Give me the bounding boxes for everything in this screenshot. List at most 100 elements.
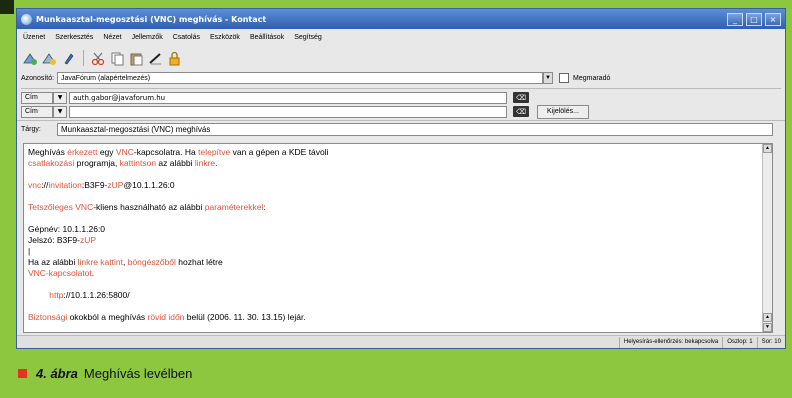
persistent-label: Megmaradó	[573, 74, 611, 82]
copy-icon[interactable]	[110, 51, 125, 66]
body-text-segment: VNC	[75, 202, 94, 212]
send-icon[interactable]	[23, 51, 38, 66]
body-text-segment: böngészőből	[127, 257, 176, 267]
recipient-type-button[interactable]: Cím	[21, 105, 53, 118]
body-line: Ha az alábbi linkre kattint, böngészőből…	[28, 257, 768, 268]
recipient-row: Cím ▼ ⌫ Kijelölés...	[21, 104, 781, 119]
corner-mark	[0, 0, 14, 14]
recipient-type-dropdown-icon[interactable]: ▼	[53, 105, 67, 118]
menu-nezet[interactable]: Nézet	[103, 34, 121, 41]
scroll-down-icon[interactable]: ▼	[763, 323, 772, 332]
body-text-segment: Tetszőleges	[28, 202, 73, 212]
body-text-segment: belül (2006. 11. 30. 13.15) lejár.	[184, 312, 306, 322]
body-text-segment: az alábbi	[156, 158, 195, 168]
identity-dropdown-icon[interactable]: ▼	[543, 72, 553, 84]
body-text-segment: zUP	[79, 235, 97, 245]
body-text-segment: .	[215, 158, 218, 168]
signature-icon[interactable]	[148, 51, 163, 66]
menu-uzenet[interactable]: Üzenet	[23, 34, 45, 41]
identity-select[interactable]: JavaFórum (alapértelmezés)	[57, 72, 543, 84]
vertical-scrollbar[interactable]: ▲ ▲ ▼	[762, 144, 772, 332]
menu-csatolas[interactable]: Csatolás	[173, 34, 200, 41]
body-text-segment: -kapcsolatra. Ha	[133, 147, 199, 157]
menu-eszkozok[interactable]: Eszközök	[210, 34, 240, 41]
spellcheck-status: Helyesírás-ellenőrzés: bekapcsolva	[618, 336, 722, 348]
body-text-segment: kattintson	[119, 158, 157, 168]
body-text-segment: VNC-kapcsolatot	[28, 268, 92, 278]
statusbar: Helyesírás-ellenőrzés: bekapcsolva Oszlo…	[17, 335, 785, 348]
body-line: Gépnév: 10.1.1.26:0	[28, 224, 768, 235]
body-line: vnc://invitation:B3F9-zUP@10.1.1.26:0	[28, 180, 768, 191]
body-text-segment: invitation	[48, 180, 82, 190]
body-text-segment: Jelszó: B3F9-	[28, 235, 80, 245]
row-status: Sor: 10	[756, 336, 785, 348]
body-text-segment: Biztonsági	[28, 312, 68, 322]
body-line	[28, 213, 768, 224]
menu-szerkesztes[interactable]: Szerkesztés	[55, 34, 93, 41]
body-text-segment: .	[91, 268, 95, 278]
body-text-segment: Ha az alábbi	[28, 257, 78, 267]
body-text-segment: van a gépen a KDE távoli	[230, 147, 329, 157]
message-body-editor[interactable]: Meghívás érkezett egy VNC-kapcsolatra. H…	[23, 143, 773, 333]
recipient-address-input[interactable]: auth.gabor@javaforum.hu	[69, 91, 507, 104]
menu-segitseg[interactable]: Segítség	[294, 34, 322, 41]
subject-value: Munkaasztal-megosztási (VNC) meghívás	[61, 125, 211, 134]
body-text-segment: érkezett	[67, 147, 98, 157]
kontact-app-icon	[21, 13, 32, 25]
message-body-text: Meghívás érkezett egy VNC-kapcsolatra. H…	[28, 147, 768, 323]
caption-number: 4. ábra	[36, 366, 78, 381]
cut-icon[interactable]	[91, 51, 106, 66]
body-text-segment: telepítve	[198, 147, 231, 157]
body-line: Meghívás érkezett egy VNC-kapcsolatra. H…	[28, 147, 768, 158]
minimize-button[interactable]: _	[727, 12, 743, 26]
encrypt-lock-icon[interactable]	[167, 51, 182, 66]
body-text-segment: http	[49, 290, 64, 300]
body-text-segment: egy	[97, 147, 116, 157]
body-text-segment: Meghívás	[28, 147, 68, 157]
menu-beallitasok[interactable]: Beállítások	[250, 34, 284, 41]
body-line	[28, 301, 768, 312]
recipient-type-button[interactable]: Cím	[21, 91, 53, 104]
maximize-button[interactable]: □	[746, 12, 762, 26]
body-text-segment: rövid időn	[147, 312, 185, 322]
send-later-icon[interactable]	[42, 51, 57, 66]
subject-input[interactable]: Munkaasztal-megosztási (VNC) meghívás	[57, 123, 773, 136]
body-text-segment: programja,	[74, 158, 120, 168]
subject-label: Tárgy:	[21, 126, 41, 133]
body-text-segment: VNC	[115, 147, 134, 157]
attach-icon[interactable]	[61, 51, 76, 66]
scroll-page-down-icon[interactable]: ▲	[763, 313, 772, 322]
body-line: Biztonsági okokból a meghívás rövid időn…	[28, 312, 768, 323]
persistent-checkbox[interactable]	[559, 73, 569, 83]
select-recipients-button[interactable]: Kijelölés...	[537, 104, 589, 119]
scroll-up-icon[interactable]: ▲	[763, 144, 772, 153]
toolbar-separator	[83, 50, 84, 66]
menu-jellemzok[interactable]: Jellemzők	[132, 34, 163, 41]
body-text-segment: hozhat létre	[175, 257, 223, 267]
titlebar[interactable]: Munkaasztal-megosztási (VNC) meghívás - …	[17, 9, 785, 29]
clear-recipient-icon[interactable]: ⌫	[513, 92, 529, 103]
identity-label: Azonosító:	[21, 74, 55, 82]
recipient-type-dropdown-icon[interactable]: ▼	[53, 91, 67, 104]
body-line	[28, 169, 768, 180]
close-button[interactable]: ×	[765, 12, 781, 26]
body-text-segment: :B3F9-	[81, 180, 108, 190]
body-text-segment: ://10.1.1.26:5800/	[63, 290, 130, 300]
toolbar	[17, 46, 785, 70]
subject-row: Tárgy: Munkaasztal-megosztási (VNC) megh…	[17, 120, 785, 138]
body-line: http://10.1.1.26:5800/	[28, 290, 768, 301]
window-title: Munkaasztal-megosztási (VNC) meghívás - …	[36, 14, 267, 24]
clear-recipient-icon[interactable]: ⌫	[513, 106, 529, 117]
body-text-segment: okokból a meghívás	[67, 312, 148, 322]
body-line: Tetszőleges VNC-kliens használható az al…	[28, 202, 768, 213]
recipients-area: Cím ▼ auth.gabor@javaforum.hu ⌫ Cím ▼ ⌫ …	[21, 88, 781, 119]
body-line	[28, 279, 768, 290]
body-text-segment: |	[28, 246, 31, 256]
paste-icon[interactable]	[129, 51, 144, 66]
body-line: csatlakozási programja, kattintson az al…	[28, 158, 768, 169]
body-text-segment: Gépnév: 10.1.1.26:0	[28, 224, 106, 234]
caption-text: Meghívás levélben	[83, 366, 193, 381]
column-status: Oszlop: 1	[722, 336, 756, 348]
recipient-address-input[interactable]	[69, 105, 507, 118]
recipient-row: Cím ▼ auth.gabor@javaforum.hu ⌫	[21, 91, 781, 104]
